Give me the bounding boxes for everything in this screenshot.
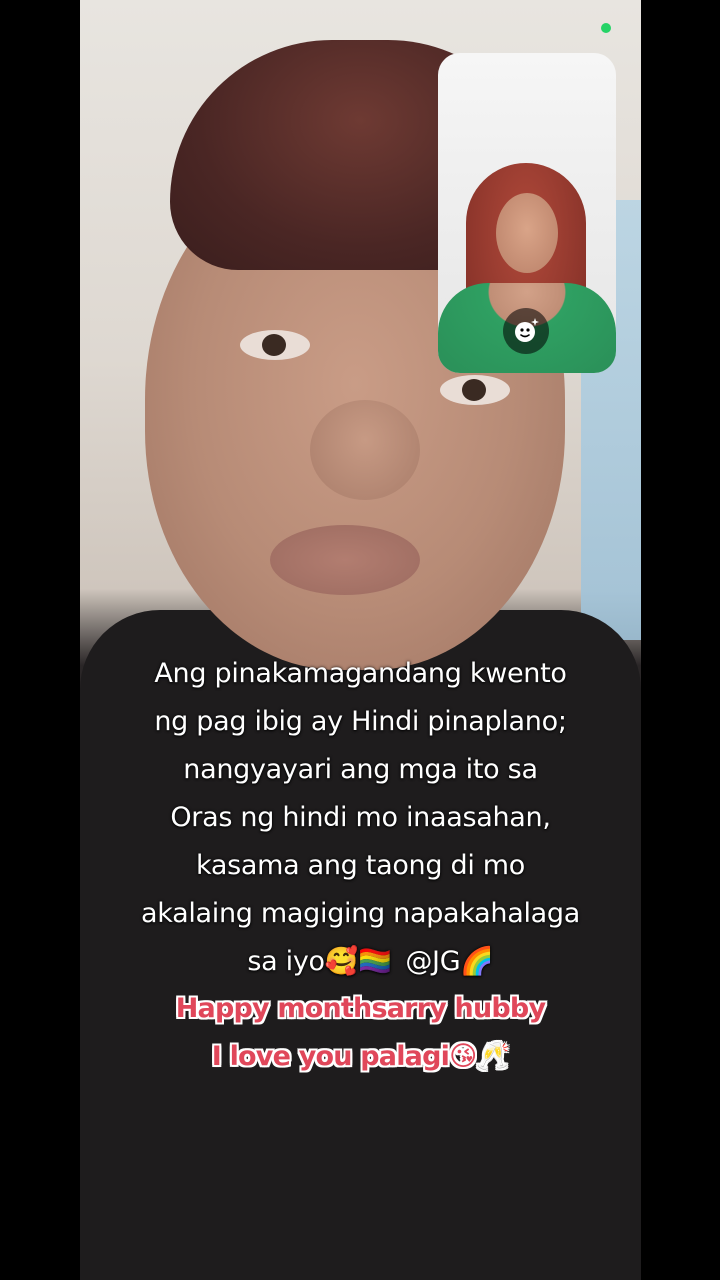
caption-line: kasama ang taong di mo (195, 850, 526, 881)
pink-caption-line: Happy monthsarry hubby (175, 993, 546, 1024)
pink-caption-line: I love you palagi😘🥂 (211, 1041, 510, 1072)
face-sparkle-icon (515, 318, 539, 342)
camera-active-indicator (601, 23, 611, 33)
nose (310, 400, 420, 500)
left-eye (240, 330, 310, 360)
pip-video-window[interactable] (438, 53, 616, 373)
caption-line: ng pag ibig ay Hindi pinaplano; (154, 706, 567, 737)
caption-line: akalaing magiging napakahalaga (140, 898, 581, 929)
caption-last-line-text: sa iyo🥰🏳️‍🌈 (247, 946, 392, 977)
right-eye (440, 375, 510, 405)
caption-line: Oras ng hindi mo inaasahan, (170, 802, 551, 833)
effects-button[interactable] (503, 308, 549, 354)
mouth (270, 525, 420, 595)
caption-line: nangyayari ang mga ito sa (183, 754, 538, 785)
caption-text: Ang pinakamagandang kwento ng pag ibig a… (80, 650, 641, 986)
caption-line: Ang pinakamagandang kwento (154, 658, 567, 689)
mention-tag[interactable]: @JG🌈 (405, 946, 494, 977)
caption-last-line: sa iyo🥰🏳️‍🌈 @JG🌈 (80, 938, 641, 986)
pip-person-face (496, 193, 558, 273)
